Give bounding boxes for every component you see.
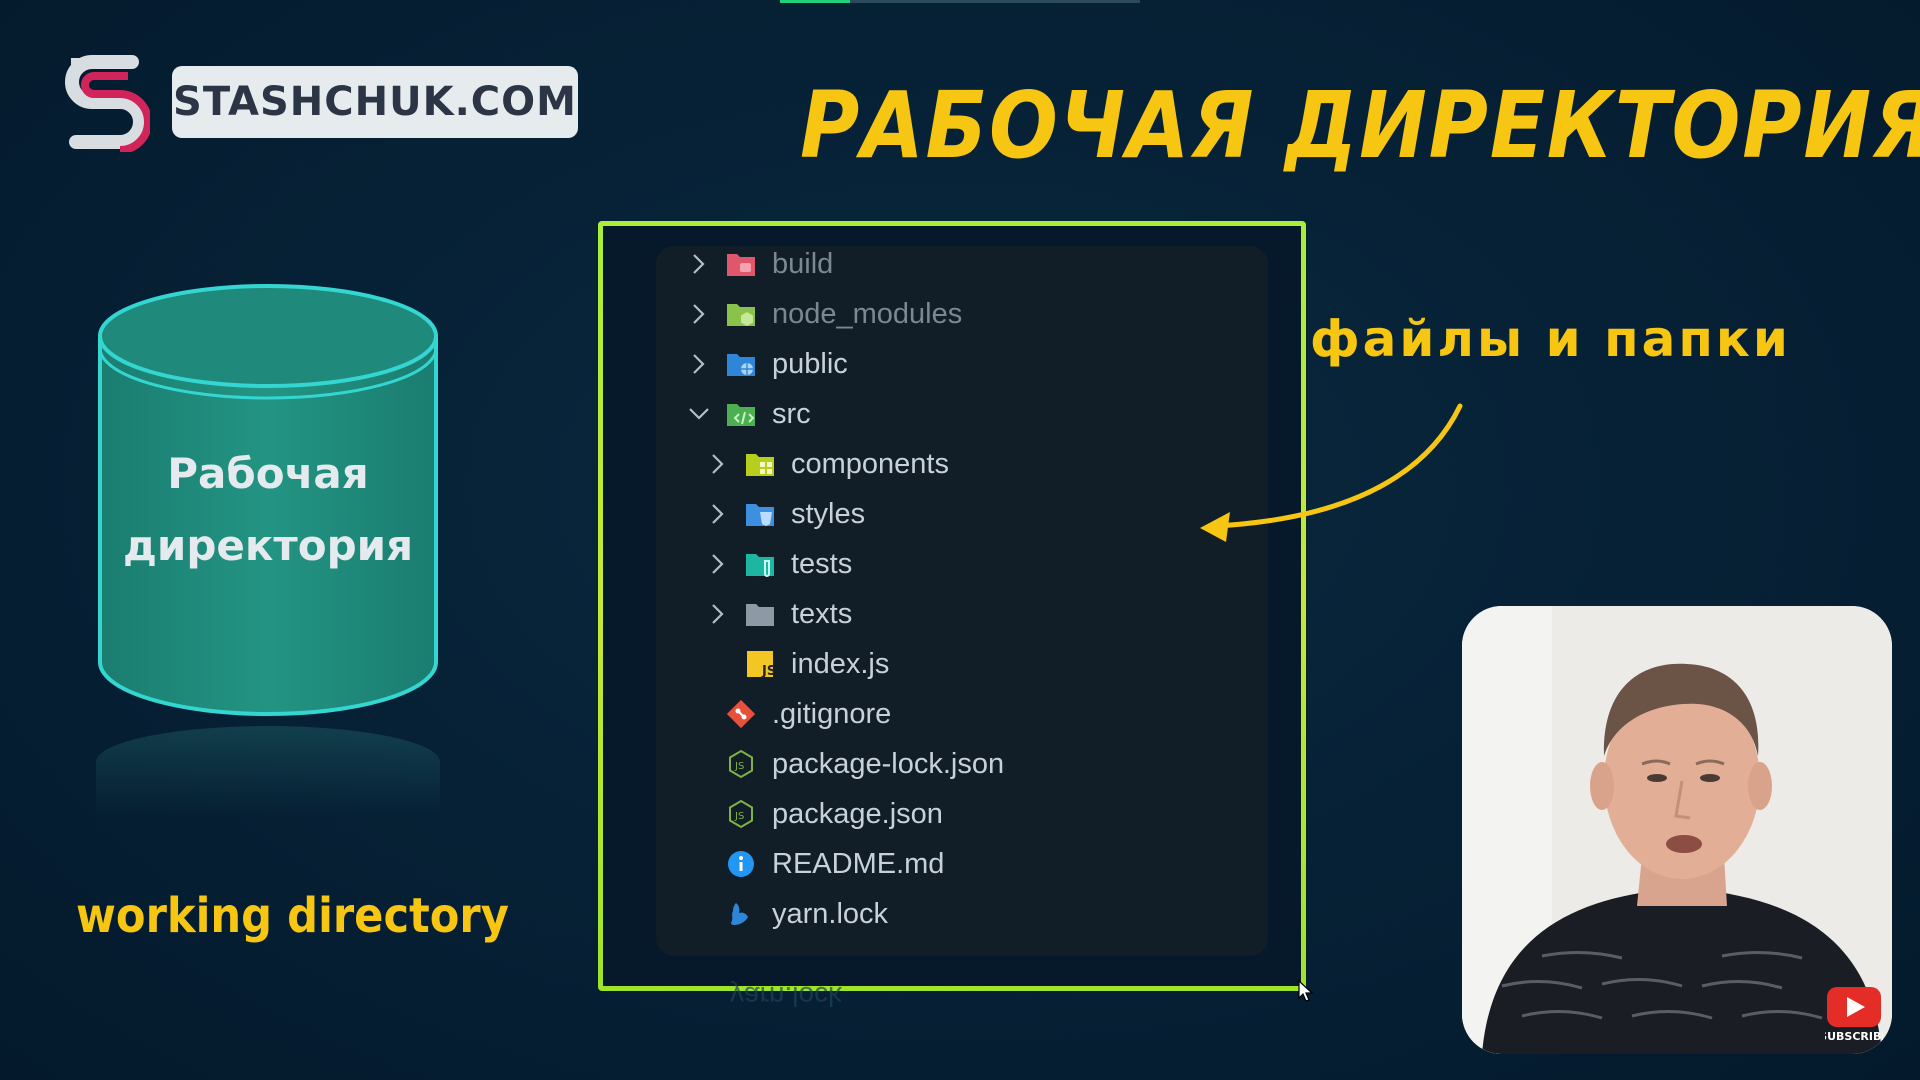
file-tree-item-label: package-lock.json xyxy=(772,747,1005,780)
file-tree-item[interactable]: README.md xyxy=(688,841,944,887)
yarn-icon xyxy=(724,897,758,931)
folder-tests-icon xyxy=(743,547,777,581)
file-tree-item[interactable]: public xyxy=(688,341,848,387)
video-progress-fill xyxy=(780,0,850,3)
file-tree-item[interactable]: .gitignore xyxy=(688,691,891,737)
cylinder-label: Рабочая директория xyxy=(96,438,440,582)
mouse-cursor-icon xyxy=(1298,980,1314,1002)
js-file-icon: JS xyxy=(743,647,777,681)
reflection-text: yarn.lock xyxy=(730,981,843,1012)
folder-public-icon xyxy=(724,347,758,381)
cylinder-label-line1: Рабочая xyxy=(167,449,369,498)
folder-src-icon xyxy=(724,397,758,431)
file-tree-item-label: texts xyxy=(791,597,853,630)
nodejs-icon: JS xyxy=(724,747,758,781)
info-icon xyxy=(724,847,758,881)
file-tree-item-label: build xyxy=(772,247,834,280)
stashchuk-logo-icon xyxy=(65,55,150,152)
cylinder-label-line2: директория xyxy=(122,521,414,570)
file-tree-item[interactable]: JS package.json xyxy=(688,791,943,837)
file-tree-item[interactable]: styles xyxy=(707,491,865,537)
video-progress-bar xyxy=(780,0,1140,3)
youtube-subscribe-button[interactable]: SUBSCRIBE xyxy=(1825,985,1883,1043)
arrow-icon xyxy=(1200,403,1463,542)
cylinder-reflection xyxy=(96,726,440,816)
chevron-right-icon[interactable] xyxy=(688,291,710,337)
file-tree-item-label: package.json xyxy=(772,797,943,830)
svg-text:JS: JS xyxy=(734,761,744,772)
subscribe-label: SUBSCRIBE xyxy=(1825,1030,1883,1043)
file-tree-item-label: .gitignore xyxy=(772,697,892,730)
file-tree-item[interactable]: build xyxy=(688,241,833,287)
chevron-right-icon[interactable] xyxy=(688,341,710,387)
file-tree-item-label: public xyxy=(772,347,848,380)
file-tree-item[interactable]: components xyxy=(707,441,949,487)
folder-icon xyxy=(743,597,777,631)
folder-components-icon xyxy=(743,447,777,481)
file-tree-item-label: tests xyxy=(791,547,853,580)
working-directory-caption: working directory xyxy=(76,888,509,944)
file-tree-item-label: src xyxy=(772,397,811,430)
file-tree-item[interactable]: texts xyxy=(707,591,852,637)
file-tree-item-label: index.js xyxy=(791,647,890,680)
file-tree-item-label: styles xyxy=(791,497,866,530)
file-tree-item[interactable]: JS package-lock.json xyxy=(688,741,1004,787)
svg-text:JS: JS xyxy=(734,811,744,822)
chevron-down-icon[interactable] xyxy=(688,391,710,437)
file-tree-item[interactable]: tests xyxy=(707,541,852,587)
nodejs-icon: JS xyxy=(724,797,758,831)
git-icon xyxy=(724,697,758,731)
file-tree-item-label: node_modules xyxy=(772,297,963,330)
svg-text:JS: JS xyxy=(761,664,774,678)
folder-node-icon xyxy=(724,297,758,331)
chevron-right-icon[interactable] xyxy=(707,441,729,487)
chevron-right-icon[interactable] xyxy=(707,541,729,587)
file-tree-item[interactable]: yarn.lock xyxy=(688,891,888,937)
files-and-folders-annotation: файлы и папки xyxy=(1310,310,1791,368)
chevron-right-icon[interactable] xyxy=(707,591,729,637)
folder-styles-icon xyxy=(743,497,777,531)
slide-title: РАБОЧАЯ ДИРЕКТОРИЯ xyxy=(800,72,1920,179)
file-tree-item-label: README.md xyxy=(772,847,945,880)
file-tree-item-label: yarn.lock xyxy=(772,897,889,930)
site-badge: STASHCHUK.COM xyxy=(172,66,578,138)
folder-build-icon xyxy=(724,247,758,281)
chevron-right-icon[interactable] xyxy=(707,491,729,537)
chevron-right-icon[interactable] xyxy=(688,241,710,287)
file-tree-item-label: components xyxy=(791,447,949,480)
file-tree-item[interactable]: node_modules xyxy=(688,291,962,337)
file-tree-item[interactable]: src xyxy=(688,391,811,437)
site-name: STASHCHUK.COM xyxy=(173,79,577,125)
file-tree-item[interactable]: JS index.js xyxy=(707,641,889,687)
